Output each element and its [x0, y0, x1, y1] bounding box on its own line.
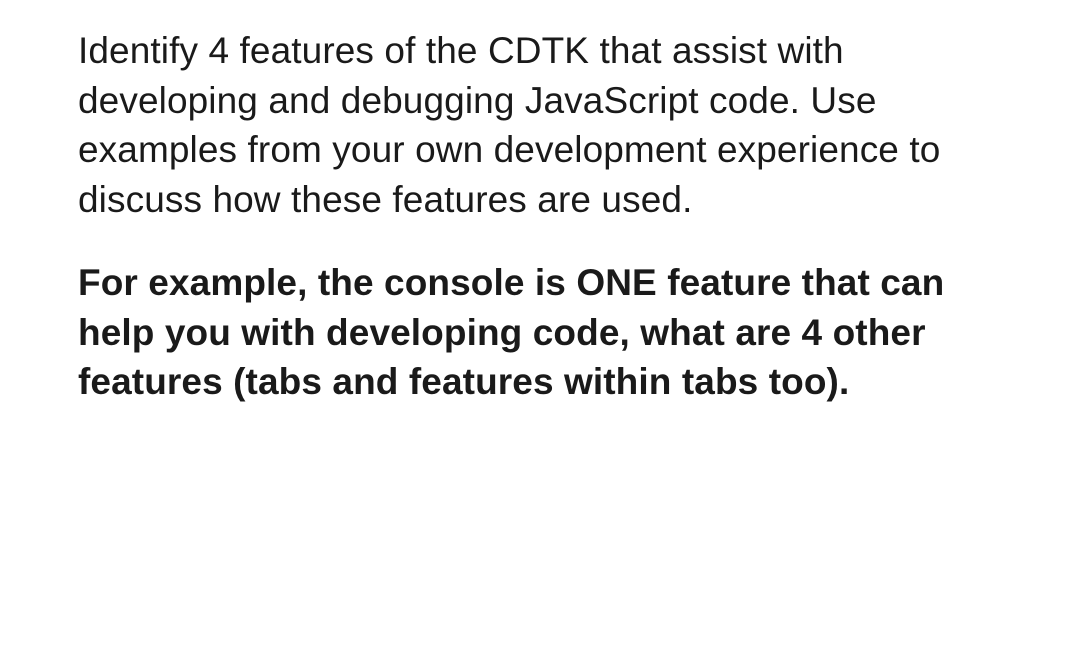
question-paragraph: Identify 4 features of the CDTK that ass…: [78, 26, 1010, 224]
example-paragraph: For example, the console is ONE feature …: [78, 258, 1010, 407]
document-page: Identify 4 features of the CDTK that ass…: [0, 0, 1080, 407]
